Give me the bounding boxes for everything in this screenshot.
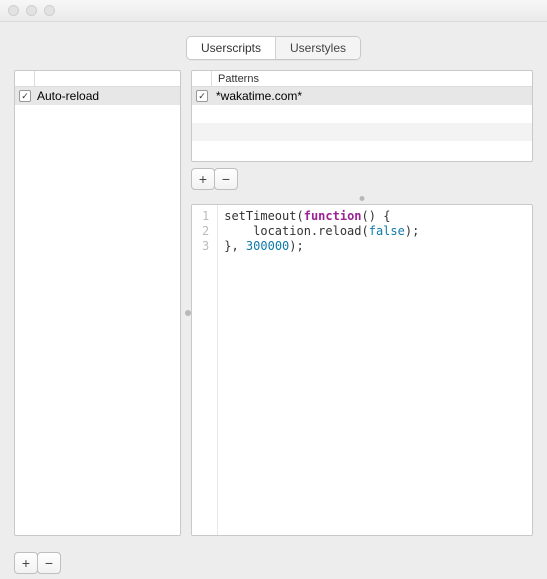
scripts-list-row[interactable]: ✓ Auto-reload [15,87,180,105]
remove-pattern-button[interactable]: − [214,168,238,190]
checkbox-icon[interactable]: ✓ [196,90,208,102]
patterns-header-label: Patterns [212,73,259,85]
script-name: Auto-reload [37,89,99,103]
add-pattern-button[interactable]: + [191,168,215,190]
patterns-header: Patterns [192,71,532,87]
tab-userscripts[interactable]: Userscripts [187,37,275,59]
scripts-buttons: + − [14,552,533,574]
close-icon[interactable] [8,5,19,16]
tab-bar: Userscripts Userstyles [0,22,547,70]
segmented-control: Userscripts Userstyles [186,36,361,60]
pattern-text: *wakatime.com* [212,89,302,103]
scripts-list-header [15,71,180,87]
vertical-splitter[interactable] [185,310,191,316]
patterns-row[interactable]: ✓ *wakatime.com* [192,87,532,105]
line-gutter: 1 2 3 [192,205,218,535]
remove-script-button[interactable]: − [37,552,61,574]
horizontal-splitter[interactable] [191,194,533,202]
checkbox-icon[interactable]: ✓ [19,90,31,102]
patterns-list[interactable]: Patterns ✓ *wakatime.com* [191,70,533,162]
window-titlebar [0,0,547,22]
scripts-list[interactable]: ✓ Auto-reload [14,70,181,536]
minimize-icon[interactable] [26,5,37,16]
add-script-button[interactable]: + [14,552,38,574]
zoom-icon[interactable] [44,5,55,16]
patterns-buttons: + − [191,168,533,190]
code-content[interactable]: setTimeout(function() { location.reload(… [218,205,425,535]
code-editor[interactable]: 1 2 3 setTimeout(function() { location.r… [191,204,533,536]
tab-userstyles[interactable]: Userstyles [275,37,360,59]
